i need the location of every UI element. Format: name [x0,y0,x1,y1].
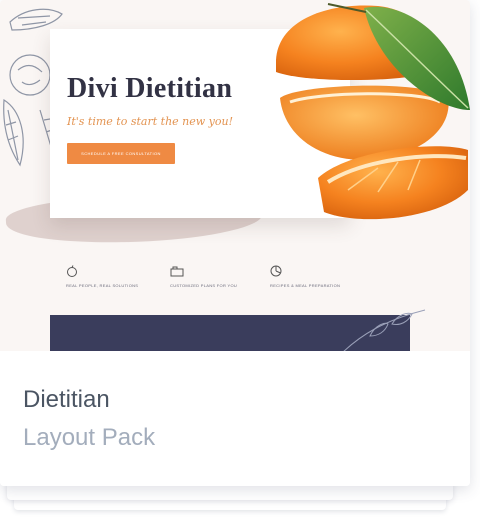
feature-item: RECIPES & MEAL PREPARATION [270,265,370,288]
pie-chart-icon [270,265,282,277]
hero-tagline: It's time to start the new you! [67,115,234,128]
clipboard-icon [170,266,184,277]
orange-illustration [276,3,470,220]
apple-icon [67,265,77,277]
feature-item: REAL PEOPLE, REAL SOLUTIONS [66,265,166,288]
branch-sketch-icon [343,309,426,351]
layout-preview-image[interactable]: Divi Dietitian It's time to start the ne… [0,0,470,351]
features-row: REAL PEOPLE, REAL SOLUTIONS CUSTOMIZED P… [66,265,366,295]
schedule-consultation-button[interactable]: SCHEDULE A FREE CONSULTATION [67,143,175,164]
feature-label: RECIPES & MEAL PREPARATION [270,283,341,288]
layout-pack-type: Layout Pack [23,424,156,451]
feature-label: REAL PEOPLE, REAL SOLUTIONS [66,283,139,288]
hero-title: Divi Dietitian [67,73,233,104]
feature-label: CUSTOMIZED PLANS FOR YOU [170,283,238,288]
card-footer: Dietitian Layout Pack [0,351,470,486]
layout-pack-name[interactable]: Dietitian [23,386,110,414]
feature-item: CUSTOMIZED PLANS FOR YOU [170,265,270,288]
layout-pack-card[interactable]: Divi Dietitian It's time to start the ne… [0,0,470,486]
